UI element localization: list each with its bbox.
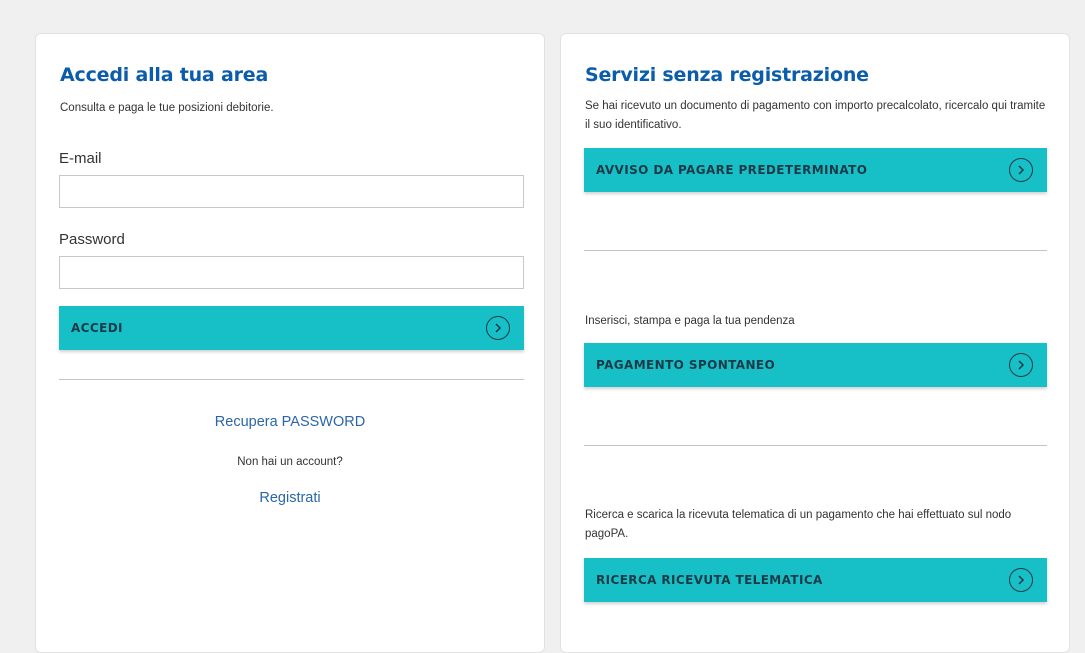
login-title: Accedi alla tua area [60,64,269,86]
login-card: Accedi alla tua area Consulta e paga le … [35,33,545,653]
login-divider [59,379,524,380]
chevron-right-circle-icon [1009,568,1033,592]
pagamento-spontaneo-button[interactable]: PAGAMENTO SPONTANEO [584,343,1047,387]
services-divider-1 [584,250,1047,251]
recover-password-link[interactable]: Recupera PASSWORD [36,414,544,430]
ricerca-ricevuta-button[interactable]: RICERCA RICEVUTA TELEMATICA [584,558,1047,602]
service-description-ricevuta: Ricerca e scarica la ricevuta telematica… [585,509,1012,540]
password-field[interactable] [59,256,524,289]
password-label: Password [59,231,125,248]
register-link[interactable]: Registrati [36,490,544,506]
chevron-right-circle-icon [1009,353,1033,377]
services-divider-2 [584,445,1047,446]
email-label: E-mail [59,150,102,167]
no-account-text: Non hai un account? [237,456,343,468]
spontaneo-button-label: PAGAMENTO SPONTANEO [596,358,776,372]
avviso-predeterminato-button[interactable]: AVVISO DA PAGARE PREDETERMINATO [584,148,1047,192]
login-subtitle: Consulta e paga le tue posizioni debitor… [60,102,274,114]
chevron-right-circle-icon [1009,158,1033,182]
login-button[interactable]: ACCEDI [59,306,524,350]
avviso-button-label: AVVISO DA PAGARE PREDETERMINATO [596,163,868,177]
services-card: Servizi senza registrazione Se hai ricev… [560,33,1070,653]
service-description-spontaneo: Inserisci, stampa e paga la tua pendenza [585,315,795,327]
services-title: Servizi senza registrazione [585,64,869,86]
login-button-label: ACCEDI [71,321,123,335]
chevron-right-circle-icon [486,316,510,340]
ricevuta-button-label: RICERCA RICEVUTA TELEMATICA [596,573,823,587]
email-field[interactable] [59,175,524,208]
service-description-avviso: Se hai ricevuto un documento di pagament… [585,100,1046,131]
